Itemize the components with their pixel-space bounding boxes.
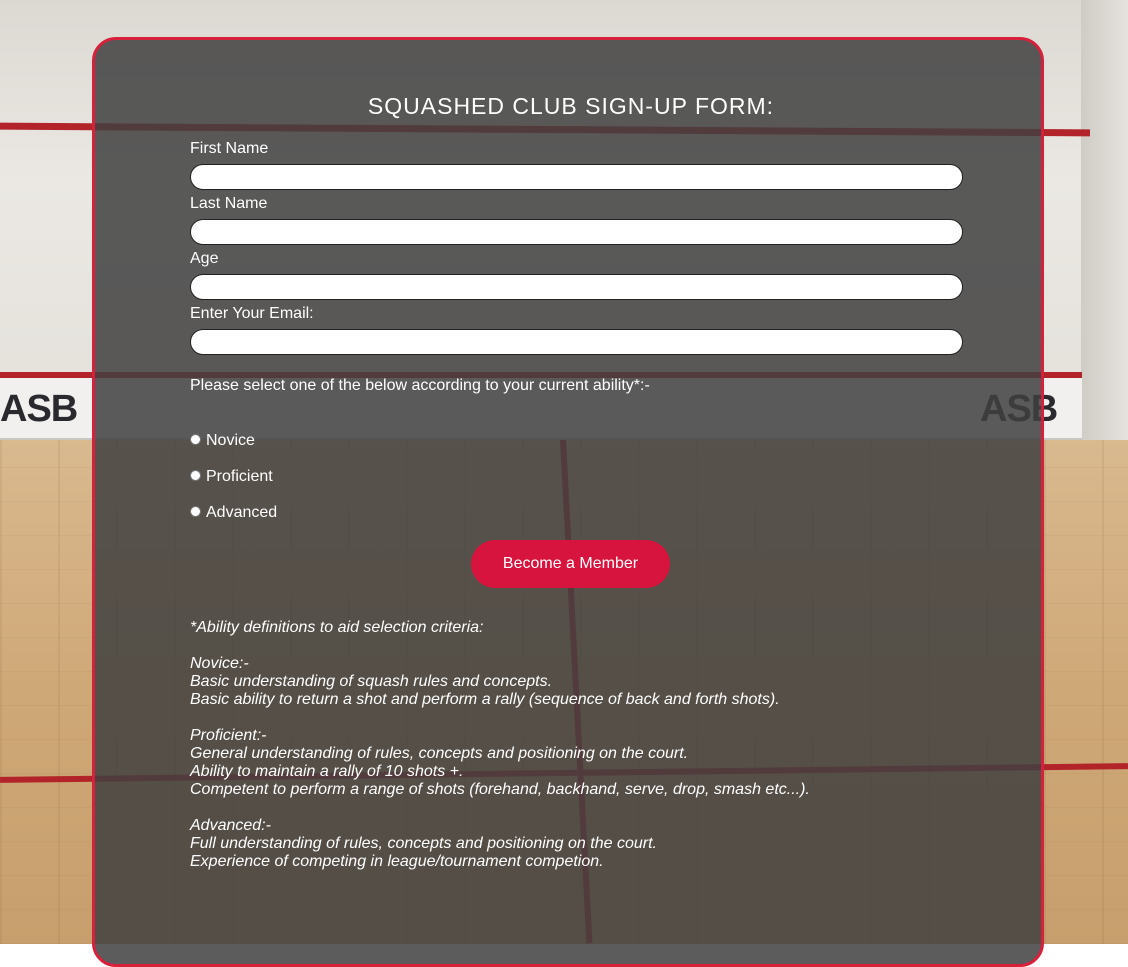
proficient-definition-line: Ability to maintain a rally of 10 shots … <box>190 763 464 780</box>
email-label: Enter Your Email: <box>190 305 314 322</box>
first-name-input[interactable] <box>190 164 963 190</box>
proficient-radio[interactable] <box>190 470 201 481</box>
age-label: Age <box>190 250 219 267</box>
proficient-definition-title: Proficient:- <box>190 727 267 744</box>
form-title: SQUASHED CLUB SIGN-UP FORM: <box>367 93 775 119</box>
proficient-definition-line: General understanding of rules, concepts… <box>190 745 689 762</box>
advanced-label: Advanced <box>206 504 278 521</box>
advanced-definition-line: Experience of competing in league/tourna… <box>190 853 604 870</box>
email-input[interactable] <box>190 329 963 355</box>
novice-label: Novice <box>206 432 255 449</box>
novice-radio[interactable] <box>190 434 201 445</box>
ability-option-novice[interactable]: Novice <box>190 432 255 450</box>
novice-definition-title: Novice:- <box>190 655 249 672</box>
advanced-definition-line: Full understanding of rules, concepts an… <box>190 835 657 852</box>
ability-option-advanced[interactable]: Advanced <box>190 504 277 522</box>
novice-definition-line: Basic ability to return a shot and perfo… <box>190 691 780 708</box>
novice-definition-line: Basic understanding of squash rules and … <box>190 673 553 690</box>
ability-prompt: Please select one of the below according… <box>190 377 650 394</box>
definitions-heading: *Ability definitions to aid selection cr… <box>190 619 484 636</box>
ability-definitions: *Ability definitions to aid selection cr… <box>190 619 810 871</box>
proficient-definition-line: Competent to perform a range of shots (f… <box>190 781 810 798</box>
asb-logo-left: ASB <box>0 388 78 430</box>
advanced-definition-title: Advanced:- <box>190 817 271 834</box>
age-input[interactable] <box>190 274 963 300</box>
proficient-label: Proficient <box>206 468 273 485</box>
signup-form-panel: SQUASHED CLUB SIGN-UP FORM: First Name L… <box>92 37 1044 967</box>
court-corner <box>1081 0 1128 455</box>
advanced-radio[interactable] <box>190 506 201 517</box>
first-name-label: First Name <box>190 140 269 157</box>
ability-option-proficient[interactable]: Proficient <box>190 468 273 486</box>
become-member-button[interactable]: Become a Member <box>471 540 670 588</box>
last-name-label: Last Name <box>190 195 268 212</box>
last-name-input[interactable] <box>190 219 963 245</box>
